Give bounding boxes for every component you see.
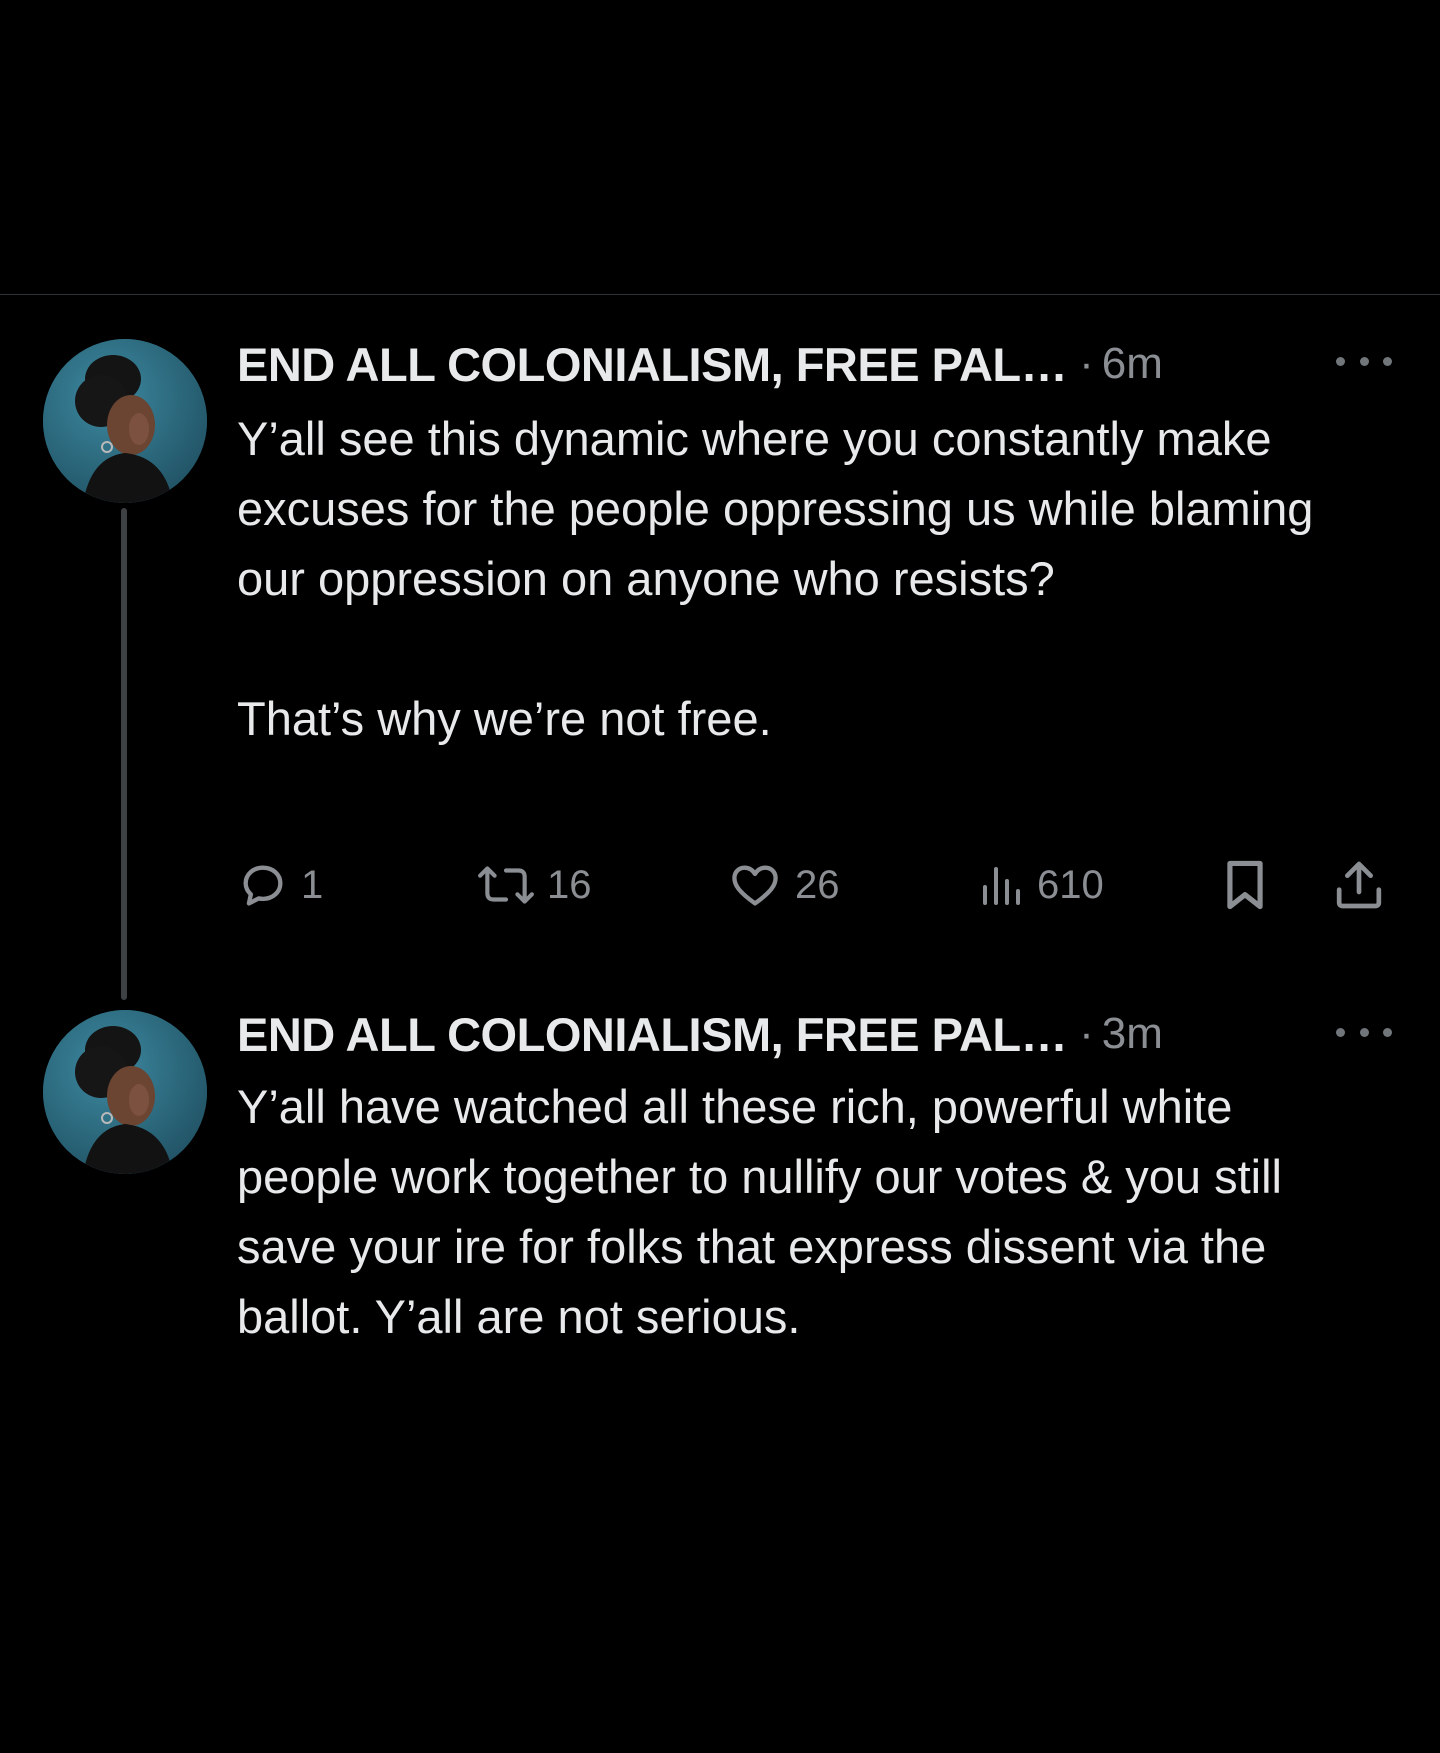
views-icon: [983, 867, 1020, 905]
header-separator: ·: [1079, 339, 1094, 388]
more-icon[interactable]: [1336, 1012, 1392, 1052]
share-button[interactable]: [1331, 852, 1387, 918]
avatar[interactable]: [43, 1010, 207, 1174]
top-divider: [0, 294, 1440, 295]
display-name[interactable]: END ALL COLONIALISM, FREE PAL…: [237, 1007, 1068, 1062]
heart-icon: [732, 865, 778, 906]
header-separator: ·: [1079, 1009, 1094, 1058]
more-dot: [1383, 1027, 1392, 1037]
profile-photo: [43, 1010, 207, 1174]
like-count: 26: [795, 862, 840, 907]
tweet-text: Y’all have watched all these rich, power…: [237, 1080, 1296, 1343]
avatar[interactable]: [43, 339, 207, 503]
more-dot: [1383, 356, 1392, 366]
tweet-actions: 1 16 26 610: [237, 852, 1397, 918]
repost-icon: [478, 866, 534, 904]
reply-icon: [243, 865, 283, 906]
reply-count: 1: [301, 862, 324, 907]
more-dot: [1359, 356, 1369, 366]
tweet-header: END ALL COLONIALISM, FREE PAL… · 6m: [237, 334, 1287, 394]
views-count: 610: [1037, 862, 1104, 907]
reply-button[interactable]: 1: [237, 852, 323, 918]
more-dot: [1336, 356, 1345, 366]
more-icon[interactable]: [1336, 341, 1392, 381]
views-button[interactable]: 610: [977, 852, 1104, 918]
share-icon: [1336, 861, 1382, 909]
timestamp[interactable]: 6m: [1102, 339, 1163, 389]
thread-connector-line: [121, 508, 127, 1000]
repost-count: 16: [547, 862, 592, 907]
timestamp[interactable]: 3m: [1102, 1009, 1163, 1059]
repost-button[interactable]: 16: [477, 852, 592, 918]
bookmark-button[interactable]: [1219, 852, 1271, 918]
bookmark-icon: [1227, 860, 1263, 910]
display-name[interactable]: END ALL COLONIALISM, FREE PAL…: [237, 337, 1068, 392]
more-dot: [1336, 1027, 1345, 1037]
tweet-header: END ALL COLONIALISM, FREE PAL… · 3m: [237, 1004, 1287, 1064]
like-button[interactable]: 26: [727, 852, 840, 918]
profile-photo: [43, 339, 207, 503]
more-dot: [1359, 1027, 1369, 1037]
tweet-text: Y’all see this dynamic where you constan…: [237, 412, 1314, 745]
